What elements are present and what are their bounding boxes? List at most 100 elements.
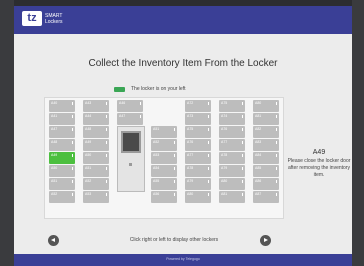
locker-door: A44 — [83, 113, 109, 125]
locker-number: A52 — [51, 192, 58, 196]
locker-door: A41 — [49, 113, 75, 125]
page-title: Collect the Inventory Item From the Lock… — [88, 58, 278, 69]
kiosk-display — [121, 131, 141, 153]
locker-number: A51 — [51, 179, 58, 183]
locker-number: A54 — [153, 166, 160, 170]
locker-door: A52 — [151, 139, 177, 151]
locker-handle-icon — [275, 180, 277, 183]
locker-number: A79 — [221, 166, 228, 170]
locker-handle-icon — [71, 154, 73, 157]
locker-door: A49 — [83, 139, 109, 151]
locker-handle-icon — [105, 154, 107, 157]
locker-door: A48 — [49, 139, 75, 151]
locker-handle-icon — [105, 193, 107, 196]
locker-number: A40 — [51, 101, 58, 105]
locker-handle-icon — [105, 141, 107, 144]
locker-door: A80 — [253, 100, 279, 112]
locker-number: A44 — [85, 114, 92, 118]
locker-handle-icon — [241, 141, 243, 144]
locker-number: A77 — [221, 140, 228, 144]
locker-door: A51 — [151, 126, 177, 138]
locker-door: A80 — [219, 178, 245, 190]
locker-door: A43 — [83, 100, 109, 112]
locker-handle-icon — [207, 115, 209, 118]
logo-text: SMART Lockers — [45, 13, 63, 25]
locker-door: A76 — [185, 139, 211, 151]
locker-handle-icon — [275, 102, 277, 105]
locker-door: A48 — [83, 126, 109, 138]
locker-number: A84 — [255, 153, 262, 157]
locker-door: A78 — [185, 165, 211, 177]
locker-number: A48 — [85, 127, 92, 131]
locker-door: A85 — [253, 165, 279, 177]
locker-handle-icon — [105, 115, 107, 118]
locker-door: A54 — [151, 165, 177, 177]
locker-handle-icon — [241, 128, 243, 131]
locker-door: A84 — [253, 152, 279, 164]
locker-number: A46 — [119, 101, 126, 105]
logo-text-line2: Lockers — [45, 18, 63, 25]
locker-number: A80 — [255, 101, 262, 105]
locker-handle-icon — [275, 193, 277, 196]
locker-number: A41 — [51, 114, 58, 118]
locker-handle-icon — [275, 141, 277, 144]
previous-lockers-button[interactable] — [48, 235, 59, 246]
locker-number: A52 — [85, 179, 92, 183]
locker-number: A52 — [153, 140, 160, 144]
kiosk-screen: tz SMART Lockers Collect the Inventory I… — [14, 6, 352, 266]
locker-number: A81 — [221, 192, 228, 196]
locker-door: A75 — [185, 126, 211, 138]
locker-number: A55 — [153, 179, 160, 183]
logo: tz SMART Lockers — [22, 11, 63, 26]
locker-handle-icon — [139, 115, 141, 118]
locker-door: A50 — [49, 165, 75, 177]
locker-door: A75 — [219, 100, 245, 112]
locker-handle-icon — [71, 180, 73, 183]
logo-mark: tz — [22, 11, 42, 26]
locker-handle-icon — [207, 167, 209, 170]
locker-number: A43 — [85, 101, 92, 105]
locker-number: A53 — [153, 153, 160, 157]
locker-handle-icon — [241, 180, 243, 183]
kiosk-unit — [117, 126, 145, 192]
locker-number: A50 — [85, 153, 92, 157]
locker-number: A75 — [221, 101, 228, 105]
locker-number: A86 — [255, 179, 262, 183]
locker-door: A77 — [185, 152, 211, 164]
locker-door: A53 — [151, 152, 177, 164]
locker-handle-icon — [71, 141, 73, 144]
locker-number: A83 — [255, 140, 262, 144]
locker-handle-icon — [105, 102, 107, 105]
locker-door: A52 — [83, 178, 109, 190]
locker-door: A78 — [219, 152, 245, 164]
locker-number: A85 — [255, 166, 262, 170]
locker-door: A80 — [185, 191, 211, 203]
locker-number: A49 — [51, 153, 58, 157]
kiosk-slot — [129, 163, 132, 166]
locker-number: A48 — [51, 140, 58, 144]
locker-number: A72 — [187, 101, 194, 105]
locker-number: A47 — [119, 114, 126, 118]
locker-door: A86 — [253, 178, 279, 190]
locker-handle-icon — [207, 141, 209, 144]
locker-door: A47 — [49, 126, 75, 138]
locker-door: A49 — [49, 152, 75, 164]
locker-door: A51 — [49, 178, 75, 190]
locker-door: A47 — [117, 113, 143, 125]
locker-number: A79 — [187, 179, 194, 183]
locker-number: A47 — [51, 127, 58, 131]
locker-handle-icon — [139, 102, 141, 105]
locker-handle-icon — [241, 193, 243, 196]
locker-handle-icon — [241, 154, 243, 157]
locker-number: A51 — [153, 127, 160, 131]
locker-handle-icon — [207, 154, 209, 157]
locker-handle-icon — [241, 102, 243, 105]
next-lockers-button[interactable] — [260, 235, 271, 246]
locker-number: A51 — [85, 166, 92, 170]
locker-number: A80 — [187, 192, 194, 196]
locker-handle-icon — [173, 193, 175, 196]
locker-number: A76 — [221, 127, 228, 131]
hint-text: The locker is on your left — [131, 86, 186, 92]
locker-door: A56 — [151, 191, 177, 203]
locker-door: A79 — [185, 178, 211, 190]
